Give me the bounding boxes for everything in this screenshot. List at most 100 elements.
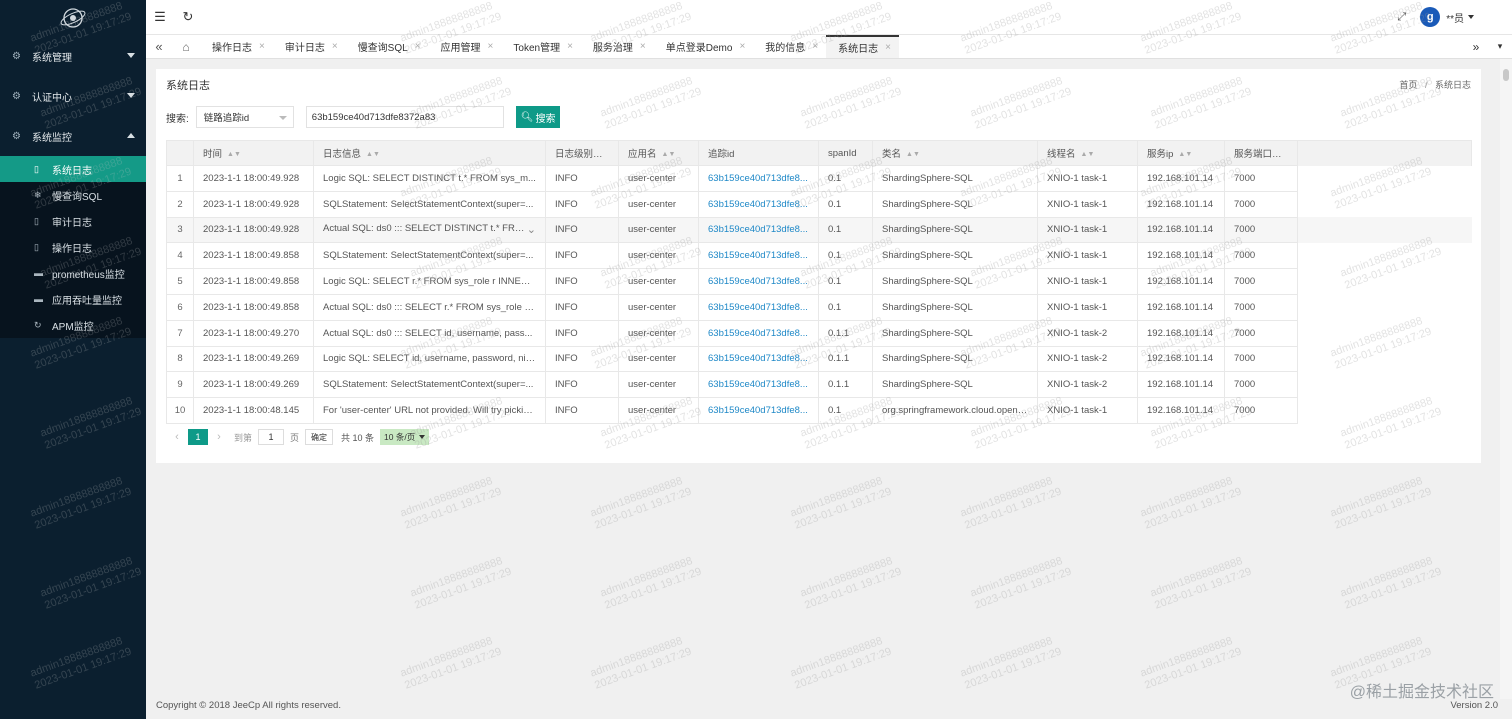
chevron-down-icon[interactable] bbox=[1468, 15, 1474, 19]
sort-icon[interactable]: ▲▼ bbox=[1081, 151, 1095, 158]
sidebar-item-system-log[interactable]: ▯ 系统日志 bbox=[0, 156, 146, 182]
trace-id-link[interactable]: 63b159ce40d713dfe8... bbox=[698, 345, 819, 373]
trace-id-link[interactable]: 63b159ce40d713dfe8... bbox=[698, 268, 819, 295]
menu-group-system-monitor[interactable]: ⚙ 系统监控 bbox=[0, 116, 146, 156]
table-filler-cell bbox=[1297, 242, 1472, 269]
sort-icon[interactable]: ▲▼ bbox=[662, 151, 676, 158]
sidebar-item-operation-log[interactable]: ▯ 操作日志 bbox=[0, 234, 146, 260]
table-header[interactable]: 时间 ▲▼ bbox=[193, 140, 314, 166]
prev-page-icon[interactable]: ‹ bbox=[166, 431, 188, 443]
tab-token-management[interactable]: Token管理 × bbox=[501, 35, 581, 58]
table-header: spanId bbox=[818, 140, 873, 166]
sidebar-item-prometheus[interactable]: ▬ prometheus监控 bbox=[0, 260, 146, 286]
logo[interactable] bbox=[0, 0, 146, 36]
close-icon[interactable]: × bbox=[812, 41, 818, 52]
table-row[interactable]: 5 2023-1-1 18:00:49.858 Logic SQL: SELECT … bbox=[166, 268, 1472, 295]
table-header[interactable]: 日志信息 ▲▼ bbox=[313, 140, 546, 166]
table-row[interactable]: 1 2023-1-1 18:00:49.928 Logic SQL: SELECT … bbox=[166, 165, 1472, 192]
sidebar-item-throughput[interactable]: ▬ 应用吞吐量监控 bbox=[0, 286, 146, 312]
column-label: spanId bbox=[828, 147, 857, 159]
breadcrumb-home[interactable]: 首页 bbox=[1399, 80, 1417, 90]
sort-icon[interactable]: ▲▼ bbox=[227, 151, 241, 158]
table-row[interactable]: 6 2023-1-1 18:00:49.858 Actual SQL: ds0 ::… bbox=[166, 293, 1472, 321]
page-size-select[interactable]: 10 条/页 bbox=[380, 429, 430, 445]
table-header[interactable]: 服务ip ▲▼ bbox=[1137, 140, 1225, 166]
sidebar-item-audit-log[interactable]: ▯ 审计日志 bbox=[0, 208, 146, 234]
menu-group-system-management[interactable]: ⚙ 系统管理 bbox=[0, 36, 146, 76]
tabs-scroll-left-icon[interactable]: « bbox=[146, 35, 172, 58]
close-icon[interactable]: × bbox=[640, 41, 646, 52]
tab-operation-log[interactable]: 操作日志 × bbox=[200, 35, 273, 58]
trace-id-link[interactable]: 63b159ce40d713dfe8... bbox=[698, 242, 819, 270]
watermark-text: admin18888888888 2023-01-01 19:17:29 bbox=[399, 633, 504, 692]
close-icon[interactable]: × bbox=[332, 41, 338, 52]
trace-id-link[interactable]: 63b159ce40d713dfe8... bbox=[698, 371, 819, 399]
chevron-down-icon[interactable]: ▾ bbox=[1488, 41, 1512, 52]
tab-audit-log[interactable]: 审计日志 × bbox=[273, 35, 346, 58]
table-row[interactable]: 8 2023-1-1 18:00:49.269 Logic SQL: SELECT … bbox=[166, 345, 1472, 373]
goto-confirm-button[interactable]: 确定 bbox=[305, 429, 334, 445]
tab-slow-sql[interactable]: 慢查询SQL × bbox=[346, 35, 429, 58]
tab-app-management[interactable]: 应用管理 × bbox=[429, 35, 502, 58]
menu-group-auth-center[interactable]: ⚙ 认证中心 bbox=[0, 76, 146, 116]
trace-id-link[interactable]: 63b159ce40d713dfe8... bbox=[698, 397, 819, 424]
table-row[interactable]: 9 2023-1-1 18:00:49.269 SQLStatement: Sele… bbox=[166, 371, 1472, 399]
table-row[interactable]: 3 2023-1-1 18:00:49.928 ⌄ Actual SQL: ds0 :… bbox=[166, 216, 1472, 244]
trace-id-link[interactable]: 63b159ce40d713dfe8... bbox=[698, 190, 819, 218]
trace-id-link[interactable]: 63b159ce40d713dfe8... bbox=[698, 165, 819, 192]
search-input[interactable] bbox=[305, 106, 504, 128]
watermark-line1: admin18888888888 bbox=[788, 474, 885, 520]
close-icon[interactable]: × bbox=[567, 41, 573, 52]
table-filler-cell bbox=[1297, 191, 1472, 218]
refresh-icon[interactable]: ↻ bbox=[174, 0, 202, 34]
vertical-scrollbar[interactable] bbox=[1500, 59, 1512, 699]
sort-icon[interactable]: ▲▼ bbox=[906, 151, 920, 158]
table-row[interactable]: 7 2023-1-1 18:00:49.270 Actual SQL: ds0 ::… bbox=[166, 319, 1472, 347]
close-icon[interactable]: × bbox=[415, 41, 421, 52]
page-size-value: 10 条/页 bbox=[384, 432, 416, 442]
menu-collapse-icon[interactable]: ☰ bbox=[146, 0, 174, 34]
sidebar-item-apm[interactable]: ↻ APM监控 bbox=[0, 312, 146, 338]
table-header[interactable]: 日志级别 ▲▼ bbox=[545, 140, 619, 166]
close-icon[interactable]: × bbox=[739, 41, 745, 52]
username[interactable]: **员 bbox=[1446, 10, 1464, 25]
scrollbar-thumb[interactable] bbox=[1503, 69, 1509, 81]
avatar[interactable]: g bbox=[1420, 7, 1441, 27]
table-row[interactable]: 4 2023-1-1 18:00:49.858 SQLStatement: Sele… bbox=[166, 242, 1472, 270]
trace-id-link[interactable]: 63b159ce40d713dfe8... bbox=[698, 216, 819, 244]
footer-copyright: Copyright © 2018 JeeCp All rights reserv… bbox=[156, 700, 341, 711]
tabs-scroll-right-icon[interactable]: » bbox=[1464, 40, 1488, 54]
tab-system-log[interactable]: 系统日志 × bbox=[826, 35, 899, 58]
search-field-select[interactable]: 链路追踪id bbox=[195, 106, 294, 128]
table-header[interactable]: 服务端口 ▲▼ bbox=[1224, 140, 1298, 166]
table-header[interactable]: 线程名 ▲▼ bbox=[1037, 140, 1138, 166]
table-header[interactable]: 应用名 ▲▼ bbox=[618, 140, 699, 166]
close-icon[interactable]: × bbox=[488, 41, 494, 52]
trace-id-link[interactable]: 63b159ce40d713dfe8... bbox=[698, 293, 819, 321]
tab-service-governance[interactable]: 服务治理 × bbox=[581, 35, 654, 58]
tab-sso-demo[interactable]: 单点登录Demo × bbox=[654, 35, 754, 58]
table-cell: INFO bbox=[545, 165, 619, 192]
search-button[interactable]: 🔍︎ 搜索 bbox=[515, 106, 561, 128]
next-page-icon[interactable]: › bbox=[208, 431, 230, 443]
expand-icon[interactable]: ⌄ bbox=[527, 223, 536, 236]
watermark-text: admin18888888888 2023-01-01 19:17:29 bbox=[399, 473, 504, 532]
table-row[interactable]: 10 2023-1-1 18:00:48.145 For 'user-center'… bbox=[166, 397, 1472, 424]
home-icon[interactable]: ⌂ bbox=[172, 35, 200, 58]
table-header[interactable]: 类名 ▲▼ bbox=[872, 140, 1038, 166]
close-icon[interactable]: × bbox=[885, 42, 891, 53]
page-number-current[interactable]: 1 bbox=[188, 429, 208, 445]
table-row[interactable]: 2 2023-1-1 18:00:49.928 SQLStatement: Sele… bbox=[166, 190, 1472, 218]
tab-my-info[interactable]: 我的信息 × bbox=[753, 35, 826, 58]
close-icon[interactable]: × bbox=[259, 41, 265, 52]
table-cell: 7000 bbox=[1224, 293, 1298, 321]
fullscreen-icon[interactable]: ⤢ bbox=[1397, 11, 1406, 24]
trace-id-link[interactable]: 63b159ce40d713dfe8... bbox=[698, 319, 819, 347]
table-cell: ShardingSphere-SQL bbox=[872, 345, 1038, 373]
sidebar-item-slow-sql[interactable]: ❄ 慢查询SQL bbox=[0, 182, 146, 208]
table-filler-cell bbox=[1297, 217, 1472, 243]
pagination: ‹ 1 › 到第 页 确定 共 10 条 10 条/页 bbox=[166, 428, 430, 446]
sort-icon[interactable]: ▲▼ bbox=[1178, 151, 1192, 158]
goto-page-input[interactable] bbox=[258, 429, 285, 445]
sort-icon[interactable]: ▲▼ bbox=[366, 151, 380, 158]
